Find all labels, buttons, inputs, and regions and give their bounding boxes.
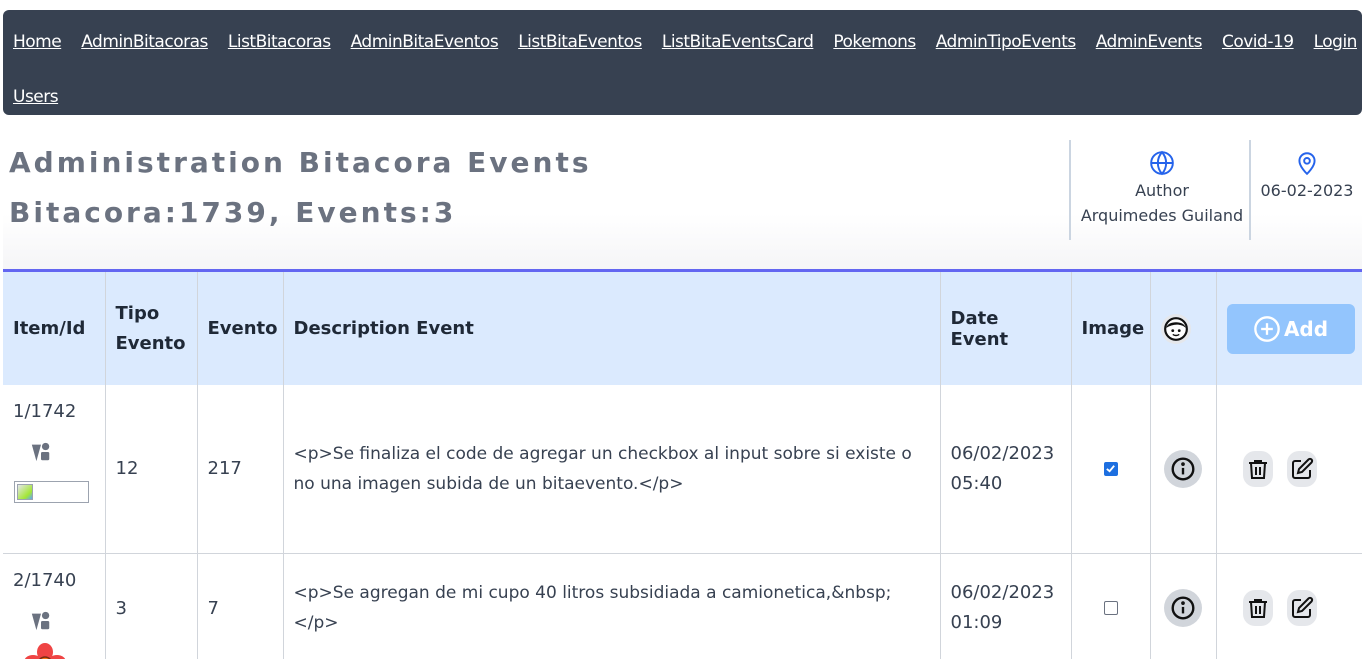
info-button[interactable]: [1164, 589, 1202, 627]
flower-icon: [24, 642, 66, 659]
cell-info: [1150, 553, 1217, 659]
image-checkbox[interactable]: [1103, 461, 1118, 476]
cell-evento: 7: [197, 553, 284, 659]
author-label: Author: [1135, 181, 1189, 200]
event-date: 06/02/2023: [950, 442, 1055, 464]
col-header-tipo-evento: Tipo Evento: [105, 272, 198, 385]
cell-date-event: 06/02/2023 05:40: [940, 385, 1072, 553]
nav-row-1: Home AdminBitacoras ListBitacoras AdminB…: [13, 32, 1357, 52]
cell-evento: 217: [197, 385, 284, 553]
edit-button[interactable]: [1286, 590, 1317, 626]
face-icon: [1160, 313, 1191, 344]
info-icon: [1171, 596, 1195, 620]
nav-row-2: Users: [13, 87, 59, 107]
bitacora-date-info: 06-02-2023: [1253, 148, 1361, 203]
nav-link-admin-bita-eventos[interactable]: AdminBitaEventos: [351, 32, 499, 52]
cell-description: <p>Se agregan de mi cupo 40 litros subsi…: [283, 553, 941, 659]
trash-icon: [1248, 459, 1267, 479]
trash-icon: [1248, 599, 1267, 618]
edit-icon: [1291, 457, 1313, 479]
cell-description: <p>Se finaliza el code de agregar un che…: [283, 385, 941, 553]
page-subtitle: Bitacora:1739, Events:3: [9, 196, 457, 229]
image-checkbox[interactable]: [1103, 601, 1118, 615]
page-title: Administration Bitacora Events: [9, 146, 592, 179]
delete-button[interactable]: [1242, 450, 1273, 487]
nav-link-admin-tipo-events[interactable]: AdminTipoEvents: [936, 32, 1077, 52]
info-icon: [1171, 457, 1195, 481]
col-header-actions: Add: [1216, 272, 1362, 385]
nav-link-list-bita-events-card[interactable]: ListBitaEventsCard: [662, 32, 814, 52]
globe-icon: [1075, 148, 1249, 178]
cell-tipo-evento: 12: [105, 385, 198, 553]
info-button[interactable]: [1164, 449, 1202, 488]
divider: [1069, 140, 1071, 240]
col-header-tipo-evento-label: Tipo Evento: [115, 302, 186, 354]
divider: [1249, 140, 1251, 240]
shapes-icon: [31, 611, 50, 630]
table-row: 2/1740 3 7 <p>Se agregan de mi cupo 40 l…: [3, 553, 1362, 659]
page-header: Administration Bitacora Events Bitacora:…: [3, 130, 1362, 270]
edit-button[interactable]: [1286, 450, 1317, 487]
nav-link-admin-bitacoras[interactable]: AdminBitacoras: [81, 32, 208, 52]
add-button-label: Add: [1283, 316, 1329, 341]
cell-image: [1071, 385, 1151, 553]
cell-date-event: 06/02/2023 01:09: [940, 553, 1072, 659]
nav-link-list-bitacoras[interactable]: ListBitacoras: [228, 32, 331, 52]
map-pin-icon: [1253, 148, 1361, 178]
event-date: 06/02/2023: [950, 582, 1055, 603]
cell-tipo-evento: 3: [105, 553, 198, 659]
cell-item-id: 1/1742: [3, 385, 106, 553]
col-header-image: Image: [1071, 272, 1151, 385]
shapes-icon: [31, 442, 50, 462]
item-id-text: 2/1740: [13, 569, 77, 591]
nav-link-pokemons[interactable]: Pokemons: [833, 32, 916, 52]
col-header-face: [1150, 272, 1217, 385]
broken-image-thumbnail: [14, 481, 89, 503]
event-time: 05:40: [950, 472, 1003, 494]
add-event-button[interactable]: Add: [1226, 303, 1355, 354]
nav-link-home[interactable]: Home: [13, 32, 62, 52]
event-time: 01:09: [950, 612, 1003, 633]
plus-circle-icon: [1254, 315, 1280, 342]
bitacora-date: 06-02-2023: [1260, 181, 1354, 200]
table-row: 1/1742 12 217 <p>Se finaliza el code de …: [3, 385, 1362, 553]
cell-item-id: 2/1740: [3, 553, 106, 659]
col-header-date-event: Date Event: [940, 272, 1072, 385]
cell-actions: [1216, 553, 1362, 659]
col-header-item-id: Item/Id: [3, 272, 106, 385]
nav-link-login[interactable]: Login: [1314, 32, 1358, 52]
nav-link-users[interactable]: Users: [13, 87, 59, 107]
author-info: Author Arquimedes Guiland: [1075, 148, 1249, 228]
events-table-container: Item/Id Tipo Evento Evento Description E…: [3, 269, 1362, 659]
checkmark-icon: [1106, 465, 1115, 473]
events-table: Item/Id Tipo Evento Evento Description E…: [3, 272, 1362, 659]
col-header-evento: Evento: [197, 272, 284, 385]
cell-image: [1071, 553, 1151, 659]
delete-button[interactable]: [1242, 590, 1273, 626]
top-navbar: Home AdminBitacoras ListBitacoras AdminB…: [3, 10, 1362, 115]
nav-link-admin-events[interactable]: AdminEvents: [1096, 32, 1203, 52]
item-id-text: 1/1742: [13, 401, 77, 422]
nav-link-list-bita-eventos[interactable]: ListBitaEventos: [518, 32, 642, 52]
cell-actions: [1216, 385, 1362, 553]
author-name: Arquimedes Guiland: [1080, 206, 1244, 225]
edit-icon: [1291, 596, 1313, 618]
table-header-row: Item/Id Tipo Evento Evento Description E…: [3, 272, 1362, 385]
cell-info: [1150, 385, 1217, 553]
col-header-description: Description Event: [283, 272, 941, 385]
nav-link-covid-19[interactable]: Covid-19: [1222, 32, 1294, 52]
